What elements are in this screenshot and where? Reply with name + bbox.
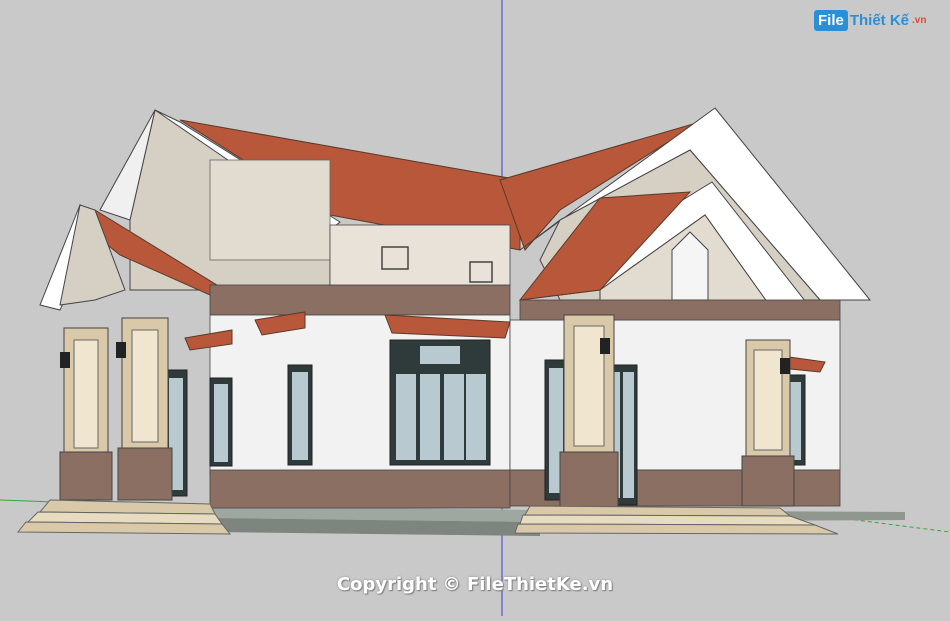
filethietke-logo: File Thiết Kế .vn <box>814 10 926 31</box>
copyright-watermark: Copyright © FileThietKe.vn <box>336 574 614 595</box>
logo-text: Thiết Kế <box>849 12 910 29</box>
sketchup-viewport <box>0 0 950 616</box>
right-gable <box>518 107 872 321</box>
logo-badge: File <box>814 10 848 31</box>
logo-tld: .vn <box>912 15 927 26</box>
